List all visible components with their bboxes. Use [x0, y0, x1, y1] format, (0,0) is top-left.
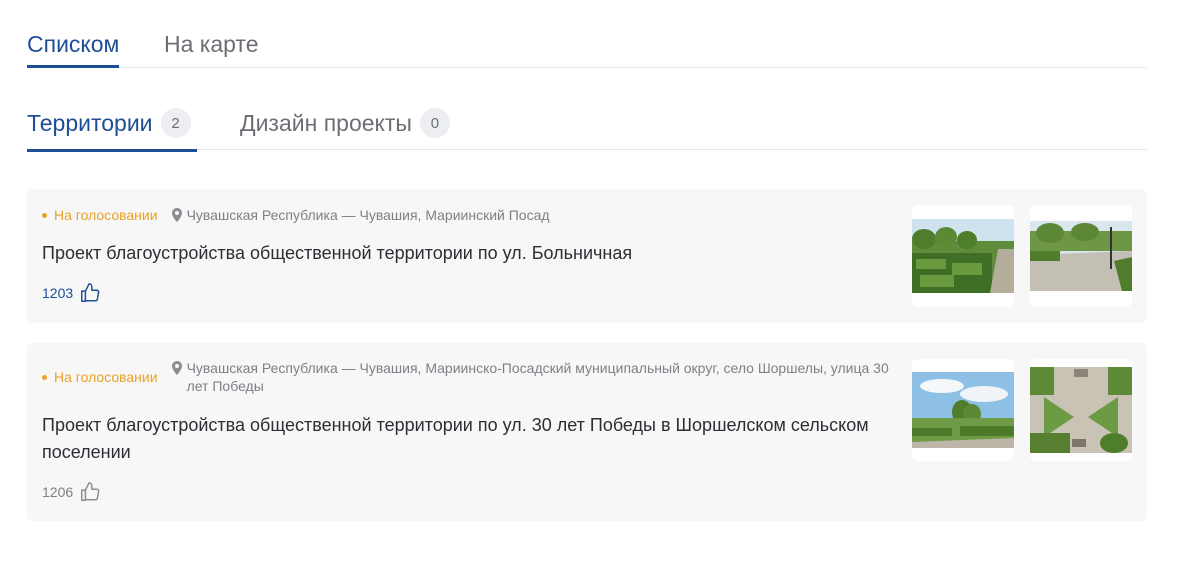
tab-map-view-label: На карте [164, 31, 259, 57]
tab-list-view-label: Списком [27, 31, 120, 57]
tab-territories-label: Территории [27, 109, 153, 136]
project-card[interactable]: На голосовании Чувашская Республика — Чу… [27, 189, 1147, 323]
view-tabs: Списком На карте [27, 0, 1147, 68]
project-title[interactable]: Проект благоустройства общественной терр… [42, 412, 892, 466]
thumbs-up-icon [81, 482, 100, 501]
tab-territories-count: 2 [160, 108, 191, 138]
status-label: На голосовании [54, 207, 158, 223]
active-tab-underline [27, 149, 197, 152]
status-label: На голосовании [54, 369, 158, 385]
project-location: Чувашская Республика — Чувашия, Мариинск… [171, 206, 887, 224]
active-tab-underline [27, 65, 120, 68]
project-card[interactable]: На голосовании Чувашская Республика — Чу… [27, 343, 1147, 521]
project-meta: На голосовании Чувашская Республика — Чу… [42, 359, 902, 395]
like-button[interactable]: 1206 [42, 481, 101, 503]
status-badge: На голосовании [42, 206, 158, 224]
like-count: 1203 [42, 285, 74, 301]
location-pin-icon [171, 361, 182, 375]
thumbs-up-icon [81, 283, 100, 302]
park-hedges-photo [912, 219, 1014, 293]
tab-design-projects-count: 0 [419, 108, 450, 138]
project-photo-thumbnail[interactable] [1030, 359, 1132, 461]
like-button[interactable]: 1203 [42, 282, 101, 304]
like-count: 1206 [42, 484, 74, 500]
project-photo-thumbnail[interactable] [1030, 205, 1132, 307]
project-title[interactable]: Проект благоустройства общественной терр… [42, 240, 892, 267]
park-aerial-photo [1030, 367, 1132, 453]
park-sky-photo [912, 372, 1014, 448]
tab-design-projects[interactable]: Дизайн проекты 0 [240, 107, 450, 139]
park-path-photo [1030, 221, 1132, 291]
project-location: Чувашская Республика — Чувашия, Мариинск… [171, 359, 902, 395]
project-photo-thumbnail[interactable] [912, 359, 1014, 461]
project-photo-thumbnail[interactable] [912, 205, 1014, 307]
project-photos [912, 359, 1132, 461]
status-dot-icon [42, 212, 47, 218]
tab-map-view[interactable]: На карте [164, 29, 259, 59]
project-meta: На голосовании Чувашская Республика — Чу… [42, 206, 887, 224]
tab-design-projects-label: Дизайн проекты [240, 109, 412, 136]
category-tabs: Территории 2 Дизайн проекты 0 [27, 72, 1147, 152]
location-text: Чувашская Республика — Чувашия, Мариинск… [186, 207, 550, 223]
location-pin-icon [171, 208, 182, 222]
location-text: Чувашская Республика — Чувашия, Мариинск… [186, 360, 889, 394]
status-dot-icon [42, 374, 47, 380]
tab-territories[interactable]: Территории 2 [27, 107, 197, 152]
status-badge: На голосовании [42, 368, 158, 386]
project-photos [912, 205, 1132, 307]
tab-list-view[interactable]: Списком [27, 29, 120, 68]
